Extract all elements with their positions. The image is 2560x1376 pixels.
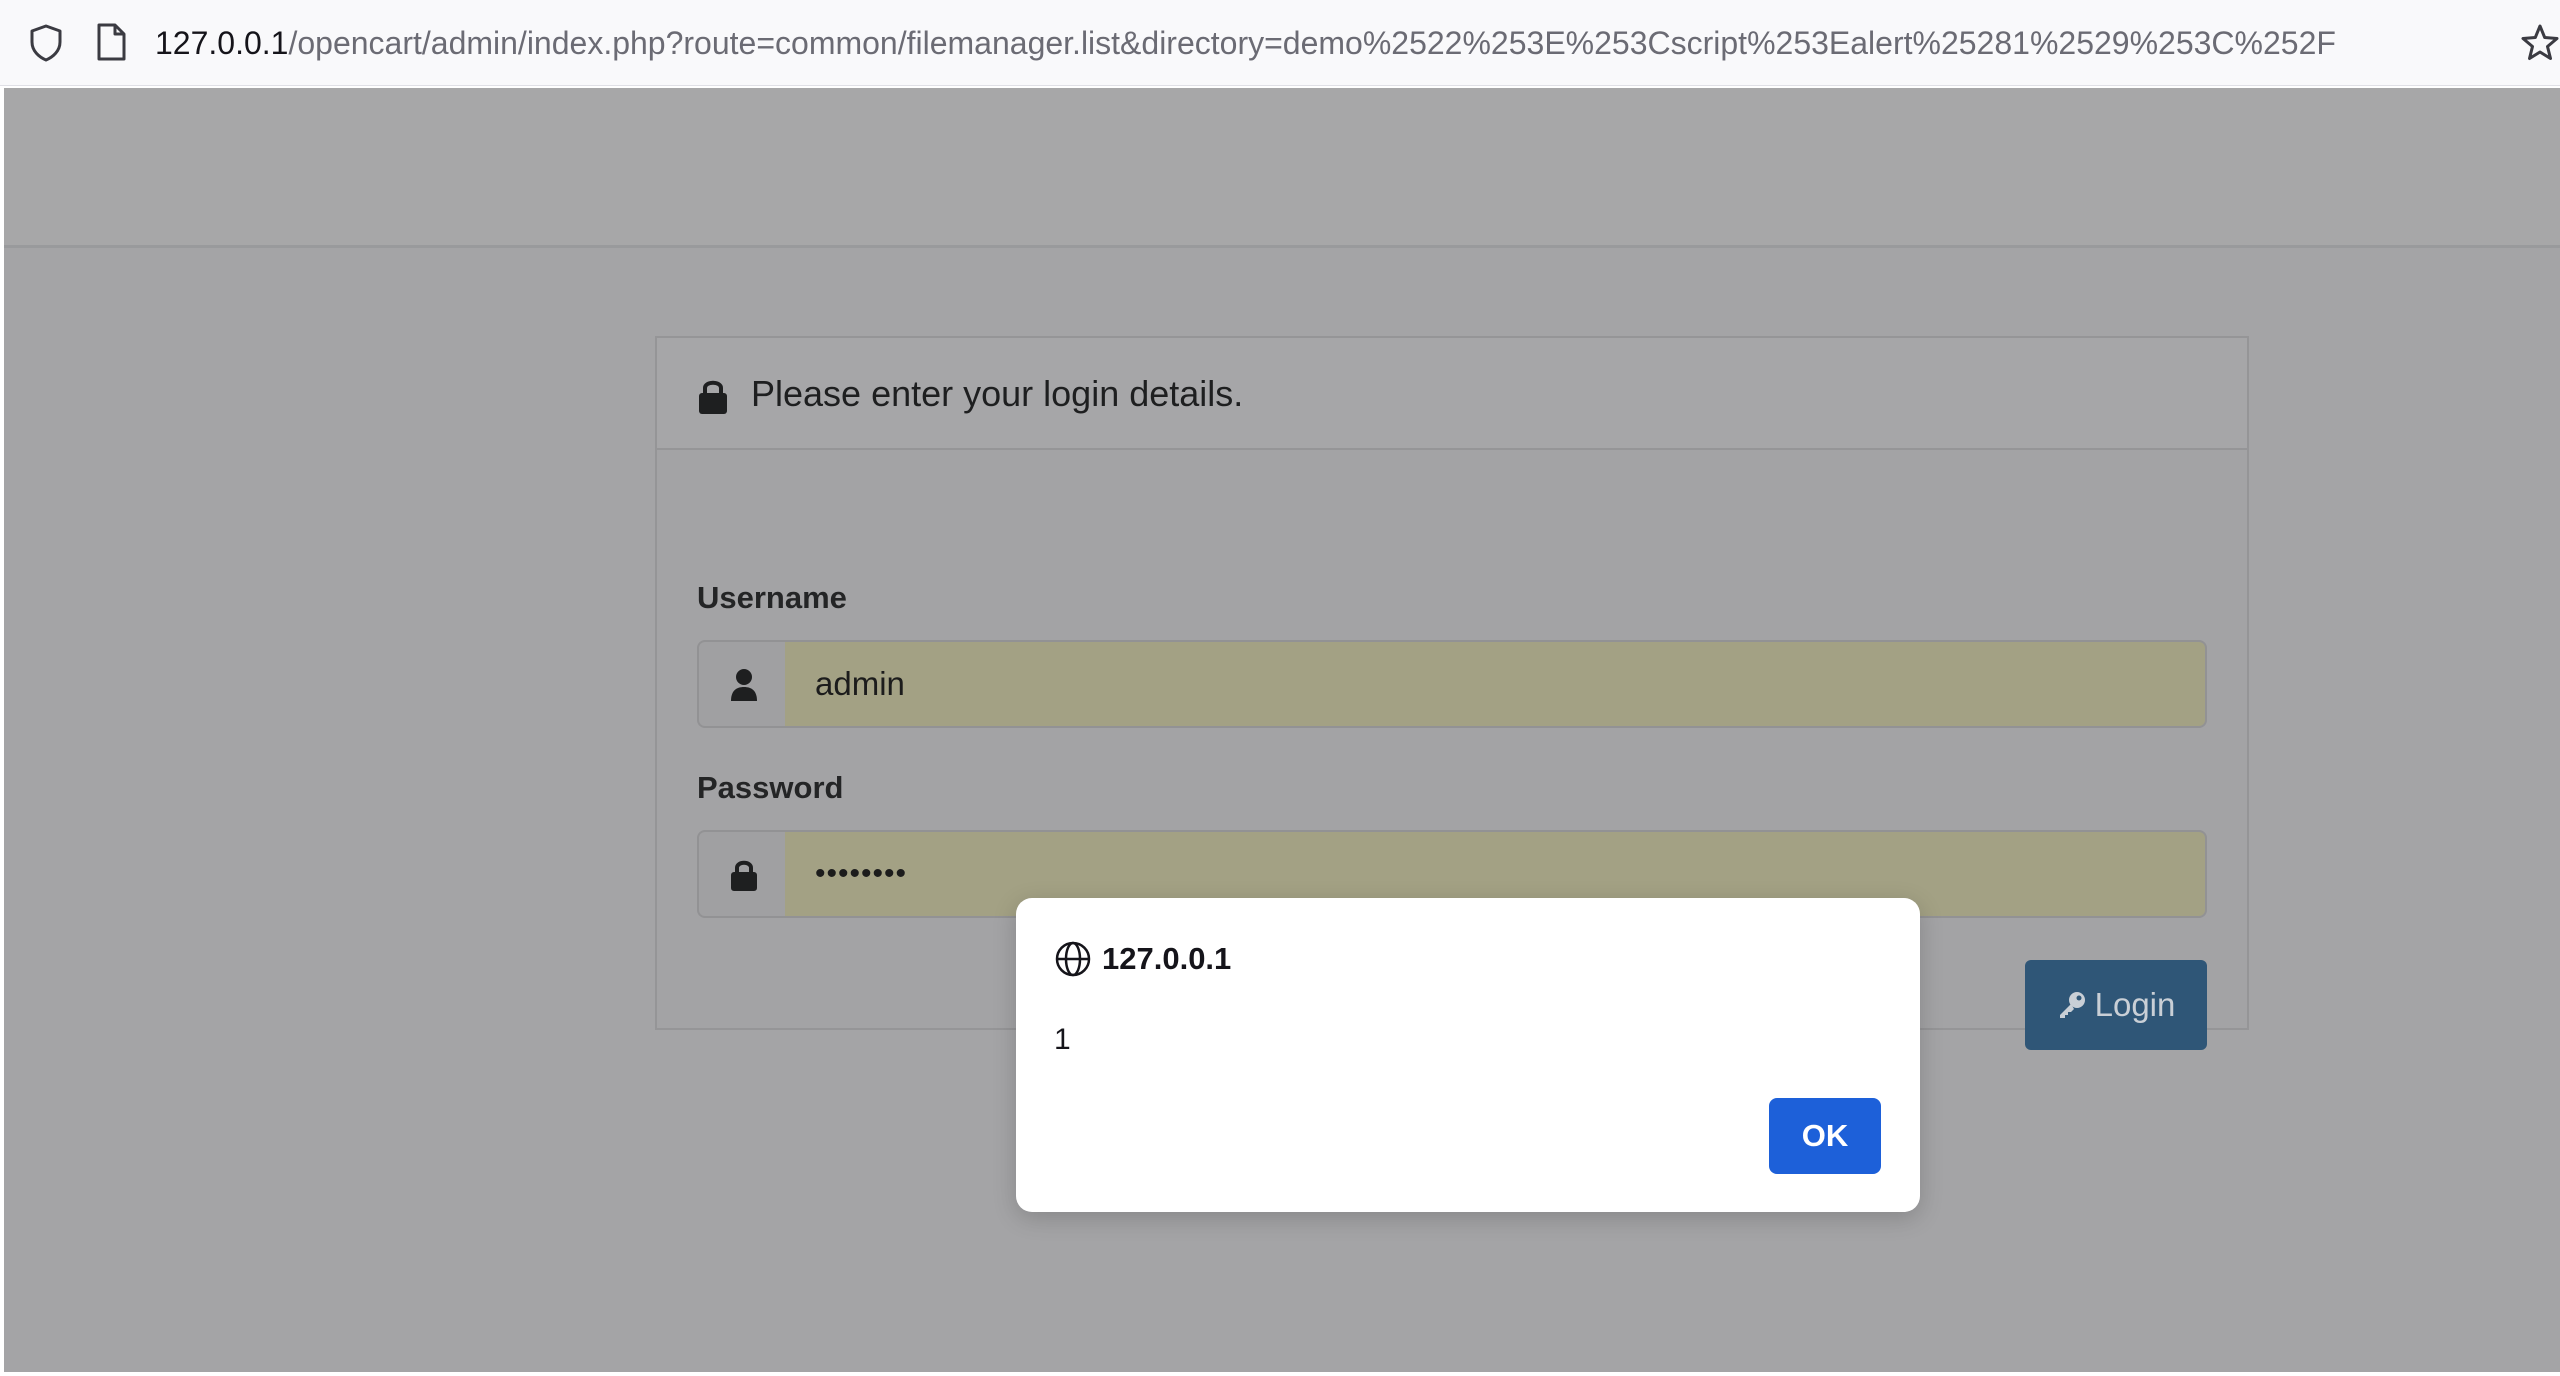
shield-icon[interactable] [26,22,66,64]
url-path: /opencart/admin/index.php?route=common/f… [288,25,2336,61]
login-button[interactable]: Login [2025,960,2207,1050]
username-addon [697,640,787,728]
username-input-group: admin [697,640,2207,728]
ok-button[interactable]: OK [1769,1098,1881,1174]
lock-icon [731,860,757,891]
globe-icon [1055,941,1091,977]
key-icon [2059,992,2085,1018]
browser-url-bar[interactable]: 127.0.0.1/opencart/admin/index.php?route… [0,0,2560,86]
dialog-origin: 127.0.0.1 [1102,941,1232,976]
url-text[interactable]: 127.0.0.1/opencart/admin/index.php?route… [155,20,2495,66]
lock-icon [699,380,727,414]
dialog-message: 1 [1054,1023,1071,1056]
username-label: Username [697,580,847,615]
login-title: Please enter your login details. [751,373,1244,414]
user-icon [731,669,757,701]
password-addon [697,830,787,918]
page-icon[interactable] [94,22,128,62]
username-input[interactable]: admin [785,640,2207,728]
alert-dialog: 127.0.0.1 1 OK [1016,898,1920,1212]
url-host: 127.0.0.1 [155,25,289,61]
password-label: Password [697,770,844,805]
login-button-label: Login [2094,986,2176,1023]
page-header [4,88,2560,248]
bookmark-star-icon[interactable] [2520,22,2560,64]
login-card-header: Please enter your login details. [657,338,2247,450]
